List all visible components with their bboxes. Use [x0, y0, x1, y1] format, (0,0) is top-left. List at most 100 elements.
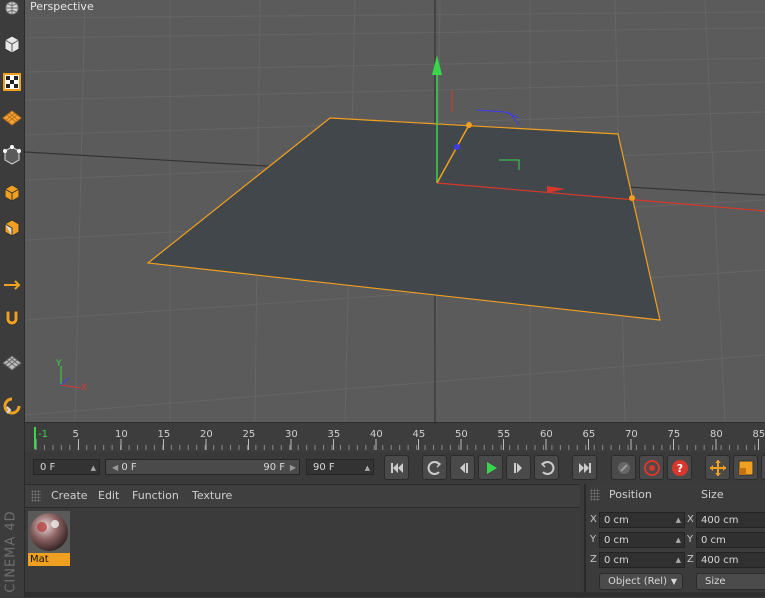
- checker-icon[interactable]: [1, 71, 23, 93]
- size-mode-dropdown[interactable]: Size: [696, 573, 765, 590]
- cube-small-icon[interactable]: [1, 216, 23, 238]
- material-name-label[interactable]: Mat: [28, 553, 70, 566]
- next-key-button[interactable]: [534, 455, 559, 480]
- size-header: Size: [701, 488, 724, 501]
- size-x-value: 400 cm: [701, 515, 739, 526]
- ruler-tick-label: 65: [583, 429, 596, 440]
- size-z-value: 400 cm: [701, 555, 739, 566]
- current-frame-field[interactable]: 0 F ▲: [33, 459, 100, 475]
- menu-create[interactable]: Create: [51, 489, 88, 502]
- cube-icon[interactable]: [1, 33, 23, 55]
- key-link-icon: [616, 460, 632, 476]
- menu-texture[interactable]: Texture: [192, 489, 232, 502]
- magnet-icon[interactable]: [1, 306, 23, 328]
- arrow-icon[interactable]: [1, 270, 23, 292]
- range-slider[interactable]: ◀ 0 F 90 F ▶: [105, 459, 300, 475]
- coordinates-panel: Position Size X 0 cm ▲ X 400 cm Y 0 cm ▲ Y…: [584, 484, 765, 597]
- move-tool-button[interactable]: [705, 455, 730, 480]
- size-z-axis-label: Z: [687, 554, 694, 565]
- spin-arrows-icon[interactable]: ▲: [676, 513, 681, 528]
- ruler-tick-label: 5: [73, 429, 79, 440]
- previous-frame-button[interactable]: [450, 455, 475, 480]
- viewport-scene: [25, 0, 765, 422]
- previous-key-button[interactable]: [422, 455, 447, 480]
- question-icon: ?: [671, 459, 689, 477]
- record-keys-button[interactable]: [611, 455, 636, 480]
- menu-function[interactable]: Function: [132, 489, 179, 502]
- panel-grip-icon[interactable]: [590, 489, 600, 501]
- ruler-tick-label: -1: [38, 429, 48, 440]
- next-key-icon: [539, 460, 555, 476]
- scale-icon: [738, 460, 754, 476]
- go-to-end-button[interactable]: [572, 455, 597, 480]
- ruler-tick-label: 10: [115, 429, 128, 440]
- ruler-tick-label: 50: [455, 429, 468, 440]
- size-x-axis-label: X: [687, 514, 694, 525]
- position-x-field[interactable]: 0 cm ▲: [599, 512, 685, 528]
- go-to-end-icon: [578, 462, 592, 474]
- size-y-axis-label: Y: [687, 534, 693, 545]
- grid-plane-icon[interactable]: [1, 107, 23, 129]
- chevron-down-icon: ▼: [671, 574, 677, 589]
- coordinate-mode-value: Object (Rel): [608, 576, 667, 587]
- play-button[interactable]: [478, 455, 503, 480]
- ruler-ticks: -1510152025303540455055606570758085: [25, 423, 765, 453]
- next-frame-button[interactable]: [506, 455, 531, 480]
- play-icon: [484, 461, 498, 475]
- range-start-value: 0 F: [121, 462, 136, 473]
- material-preview-icon: [28, 511, 70, 553]
- spin-arrows-icon[interactable]: ▲: [676, 553, 681, 568]
- size-y-field[interactable]: 0 cm: [696, 532, 765, 548]
- globe-icon[interactable]: [1, 0, 23, 16]
- max-frame-value: 90 F: [313, 462, 335, 473]
- cinema4d-logo-text: CINEMA 4D: [4, 510, 19, 592]
- ruler-tick-label: 60: [540, 429, 553, 440]
- ruler-tick-label: 70: [625, 429, 638, 440]
- viewport-title[interactable]: Perspective: [30, 0, 94, 13]
- position-header: Position: [609, 488, 652, 501]
- ruler-tick-label: 25: [243, 429, 256, 440]
- position-y-field[interactable]: 0 cm▲: [599, 532, 685, 548]
- range-right-arrow-icon[interactable]: ▶: [290, 460, 296, 476]
- viewport[interactable]: Perspective Y X: [25, 0, 765, 422]
- coordinate-mode-dropdown[interactable]: Object (Rel) ▼: [599, 573, 683, 590]
- max-frame-field[interactable]: 90 F ▲: [306, 459, 374, 475]
- axis-x-label: X: [81, 383, 87, 393]
- material-swatch[interactable]: Mat: [28, 511, 70, 567]
- ruler-tick-label: 15: [158, 429, 171, 440]
- subdivide-cube-icon[interactable]: [1, 144, 23, 166]
- position-x-axis-label: X: [590, 514, 597, 525]
- autokey-button[interactable]: [639, 455, 664, 480]
- spin-arrows-icon[interactable]: ▲: [676, 533, 681, 548]
- rotate-tool-button[interactable]: [761, 455, 765, 480]
- snap-icon[interactable]: [1, 395, 23, 417]
- ruler-tick-label: 20: [200, 429, 213, 440]
- current-frame-value: 0 F: [40, 462, 55, 473]
- workplane-icon[interactable]: [1, 352, 23, 374]
- go-to-start-button[interactable]: [384, 455, 409, 480]
- scale-tool-button[interactable]: [733, 455, 758, 480]
- size-z-field[interactable]: 400 cm: [696, 552, 765, 568]
- svg-text:?: ?: [676, 462, 682, 475]
- playhead[interactable]: [34, 427, 36, 449]
- ruler-tick-label: 80: [710, 429, 723, 440]
- panel-grip-icon[interactable]: [31, 490, 41, 502]
- position-y-axis-label: Y: [590, 534, 596, 545]
- deformer-icon[interactable]: [1, 181, 23, 203]
- material-manager: Create Edit Function Texture Mat: [25, 484, 580, 598]
- position-z-value: 0 cm: [604, 555, 629, 566]
- range-left-arrow-icon[interactable]: ◀: [112, 463, 118, 472]
- size-y-value: 0 cm: [701, 535, 726, 546]
- next-frame-icon: [512, 462, 526, 474]
- menu-edit[interactable]: Edit: [98, 489, 119, 502]
- help-button[interactable]: ?: [667, 455, 692, 480]
- spin-arrows-icon[interactable]: ▲: [365, 460, 370, 476]
- spin-arrows-icon[interactable]: ▲: [91, 460, 96, 476]
- timeline-ruler[interactable]: -1510152025303540455055606570758085: [25, 422, 765, 453]
- size-x-field[interactable]: 400 cm: [696, 512, 765, 528]
- axis-y-label: Y: [56, 359, 62, 369]
- position-x-value: 0 cm: [604, 515, 629, 526]
- position-z-field[interactable]: 0 cm ▲: [599, 552, 685, 568]
- previous-frame-icon: [456, 462, 470, 474]
- ruler-tick-label: 35: [328, 429, 341, 440]
